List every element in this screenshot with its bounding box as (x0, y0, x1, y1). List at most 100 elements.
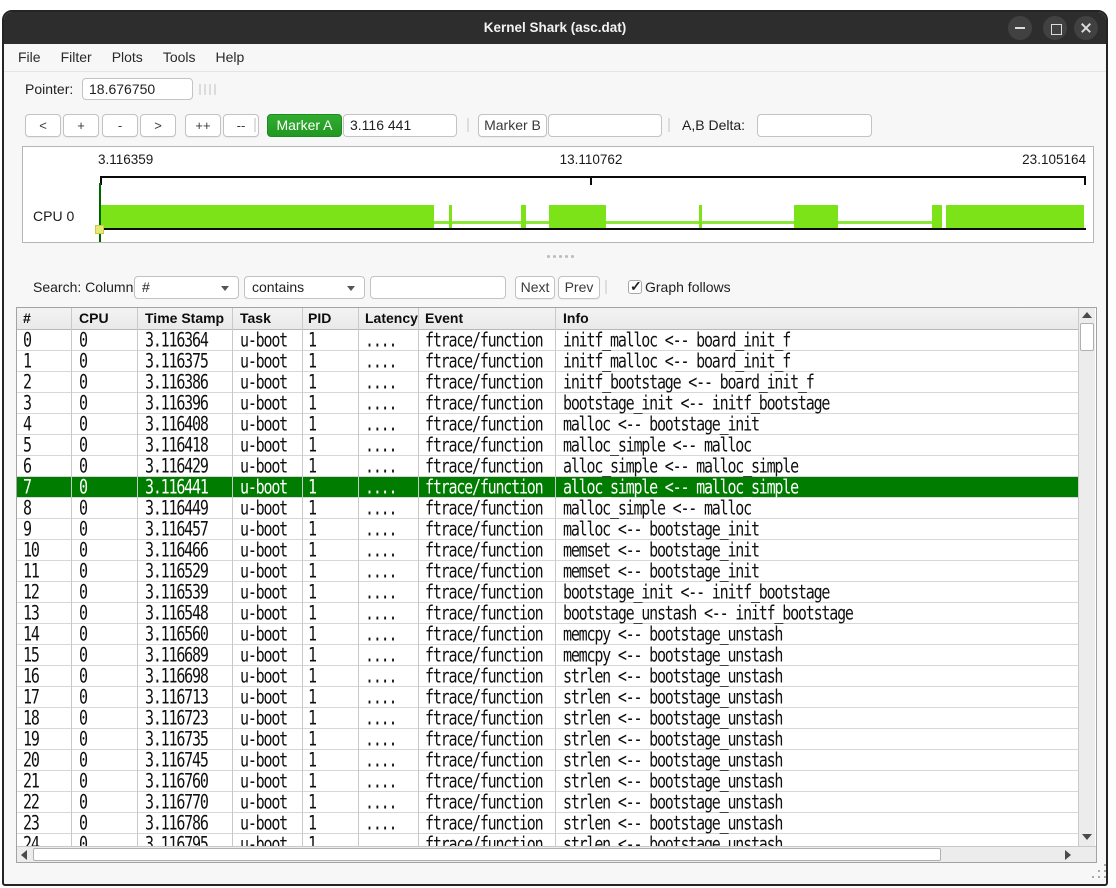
column-separator (555, 308, 556, 846)
cell: .... (365, 831, 396, 846)
scroll-down-icon[interactable] (1082, 834, 1092, 840)
search-input[interactable] (370, 276, 506, 299)
cell: 0 (79, 831, 87, 846)
ab-delta-label: A,B Delta: (682, 114, 745, 137)
cell: 1 (308, 831, 316, 846)
column-header-event[interactable]: Event (425, 308, 463, 329)
cell: strlen <-- bootstage_unstash (563, 831, 782, 846)
nav-button-3[interactable]: > (140, 114, 176, 137)
toolbar-handle (199, 84, 201, 95)
search-column-select[interactable]: # (134, 276, 239, 299)
pointer-label: Pointer: (25, 78, 73, 100)
cpu-row-label: CPU 0 (33, 208, 81, 224)
cpu-idle-segment (526, 221, 549, 224)
horizontal-scroll-thumb[interactable] (33, 848, 941, 861)
cpu-busy-segment (794, 205, 838, 228)
menu-bar: FileFilterPlotsToolsHelp (4, 44, 1106, 72)
grip-dot (1098, 870, 1100, 872)
graph-follows-checkbox[interactable] (628, 280, 642, 294)
timeline-axis (100, 176, 1086, 178)
ab-delta-input[interactable] (757, 114, 872, 137)
column-header-info[interactable]: Info (563, 308, 589, 329)
cpu-busy-segment (549, 205, 606, 228)
column-header-time-stamp[interactable]: Time Stamp (145, 308, 224, 329)
pointer-input[interactable]: 18.676750 (82, 78, 193, 100)
events-table: #CPUTime StampTaskPIDLatencyEventInfo 00… (16, 307, 1097, 863)
search-label: Search: Column (33, 276, 133, 299)
column-separator (71, 308, 72, 846)
column-header-latency[interactable]: Latency (365, 308, 418, 329)
horizontal-scrollbar[interactable] (17, 846, 1096, 862)
cell: u-boot (240, 831, 287, 846)
splitter-dot (547, 255, 550, 258)
vertical-scroll-thumb[interactable] (1080, 323, 1094, 351)
marker-b-value-input[interactable] (548, 114, 662, 137)
menu-file[interactable]: File (8, 44, 51, 71)
nav-button-4[interactable]: ++ (185, 114, 221, 137)
scroll-right-icon[interactable] (1065, 850, 1071, 860)
splitter-dot (571, 255, 574, 258)
marker-a-value-input[interactable]: 3.116 441 (343, 114, 457, 137)
graph-follows-label: Graph follows (645, 276, 731, 299)
cpu-busy-segment (946, 205, 1084, 228)
grip-dot (1104, 870, 1106, 872)
grip-dot (1098, 876, 1100, 878)
axis-end-label: 23.105164 (1006, 152, 1086, 167)
next-button[interactable]: Next (515, 276, 555, 299)
search-match-select[interactable]: contains (244, 276, 365, 299)
splitter-dot (553, 255, 556, 258)
vertical-scrollbar[interactable] (1078, 308, 1095, 846)
scroll-left-icon[interactable] (21, 850, 27, 860)
nav-button-1[interactable]: + (63, 114, 99, 137)
cpu-busy-segment (449, 205, 452, 228)
axis-start-label: 3.116359 (98, 152, 153, 167)
marker-b-button[interactable]: Marker B (478, 114, 547, 137)
toolbar-handle (214, 84, 216, 95)
column-separator (137, 308, 138, 846)
axis-mid-label: 13.110762 (551, 152, 631, 167)
nav-button-2[interactable]: - (102, 114, 138, 137)
cpu-graph-panel[interactable]: 3.116359 13.110762 23.105164 CPU 0 (22, 146, 1094, 243)
column-separator (302, 308, 303, 846)
splitter-dot (559, 255, 562, 258)
column-header-task[interactable]: Task (240, 308, 271, 329)
axis-tick (1084, 176, 1086, 185)
toolbar-handle (204, 84, 206, 95)
marker-a-handle (95, 225, 104, 234)
cell: 3.116795 (145, 831, 208, 846)
cpu-busy-segment (100, 205, 434, 228)
cpu-idle-segment (606, 221, 699, 224)
maximize-button[interactable] (1043, 16, 1067, 40)
toolbar-handle (209, 84, 211, 95)
nav-button-0[interactable]: < (25, 114, 61, 137)
column-header-pid[interactable]: PID (308, 308, 331, 329)
column-header--[interactable]: # (23, 308, 31, 329)
minimize-button[interactable] (1008, 16, 1032, 40)
menu-help[interactable]: Help (206, 44, 255, 71)
toolbar-separator (668, 118, 670, 132)
menu-tools[interactable]: Tools (153, 44, 206, 71)
close-button[interactable] (1074, 16, 1098, 40)
menu-plots[interactable]: Plots (102, 44, 153, 71)
kernel-shark-window: Kernel Shark (asc.dat) FileFilterPlotsTo… (2, 10, 1108, 886)
menu-filter[interactable]: Filter (51, 44, 102, 71)
column-header-cpu[interactable]: CPU (79, 308, 109, 329)
axis-tick (590, 176, 592, 185)
scroll-up-icon[interactable] (1082, 312, 1092, 318)
prev-button[interactable]: Prev (558, 276, 600, 299)
cell: ftrace/function (425, 831, 542, 846)
toolbar-separator (605, 280, 607, 294)
column-separator (358, 308, 359, 846)
cpu-idle-segment (702, 221, 794, 224)
marker-a-button[interactable]: Marker A (267, 114, 342, 137)
table-row[interactable]: 2403.116795u-boot1....ftrace/functionstr… (17, 834, 1078, 846)
table-header[interactable]: # CPU Time Stamp Task PID Latency Event Info (17, 308, 1078, 330)
column-separator (232, 308, 233, 846)
table-body: 003.116364u-boot1....ftrace/functioninit… (17, 330, 1078, 846)
cpu-idle-segment (434, 221, 449, 224)
toolbar-separator (467, 118, 469, 132)
cpu-busy-segment (932, 205, 942, 228)
title-bar[interactable]: Kernel Shark (asc.dat) (4, 12, 1106, 44)
toolbar-separator (254, 118, 256, 132)
cpu-idle-segment (452, 221, 521, 224)
